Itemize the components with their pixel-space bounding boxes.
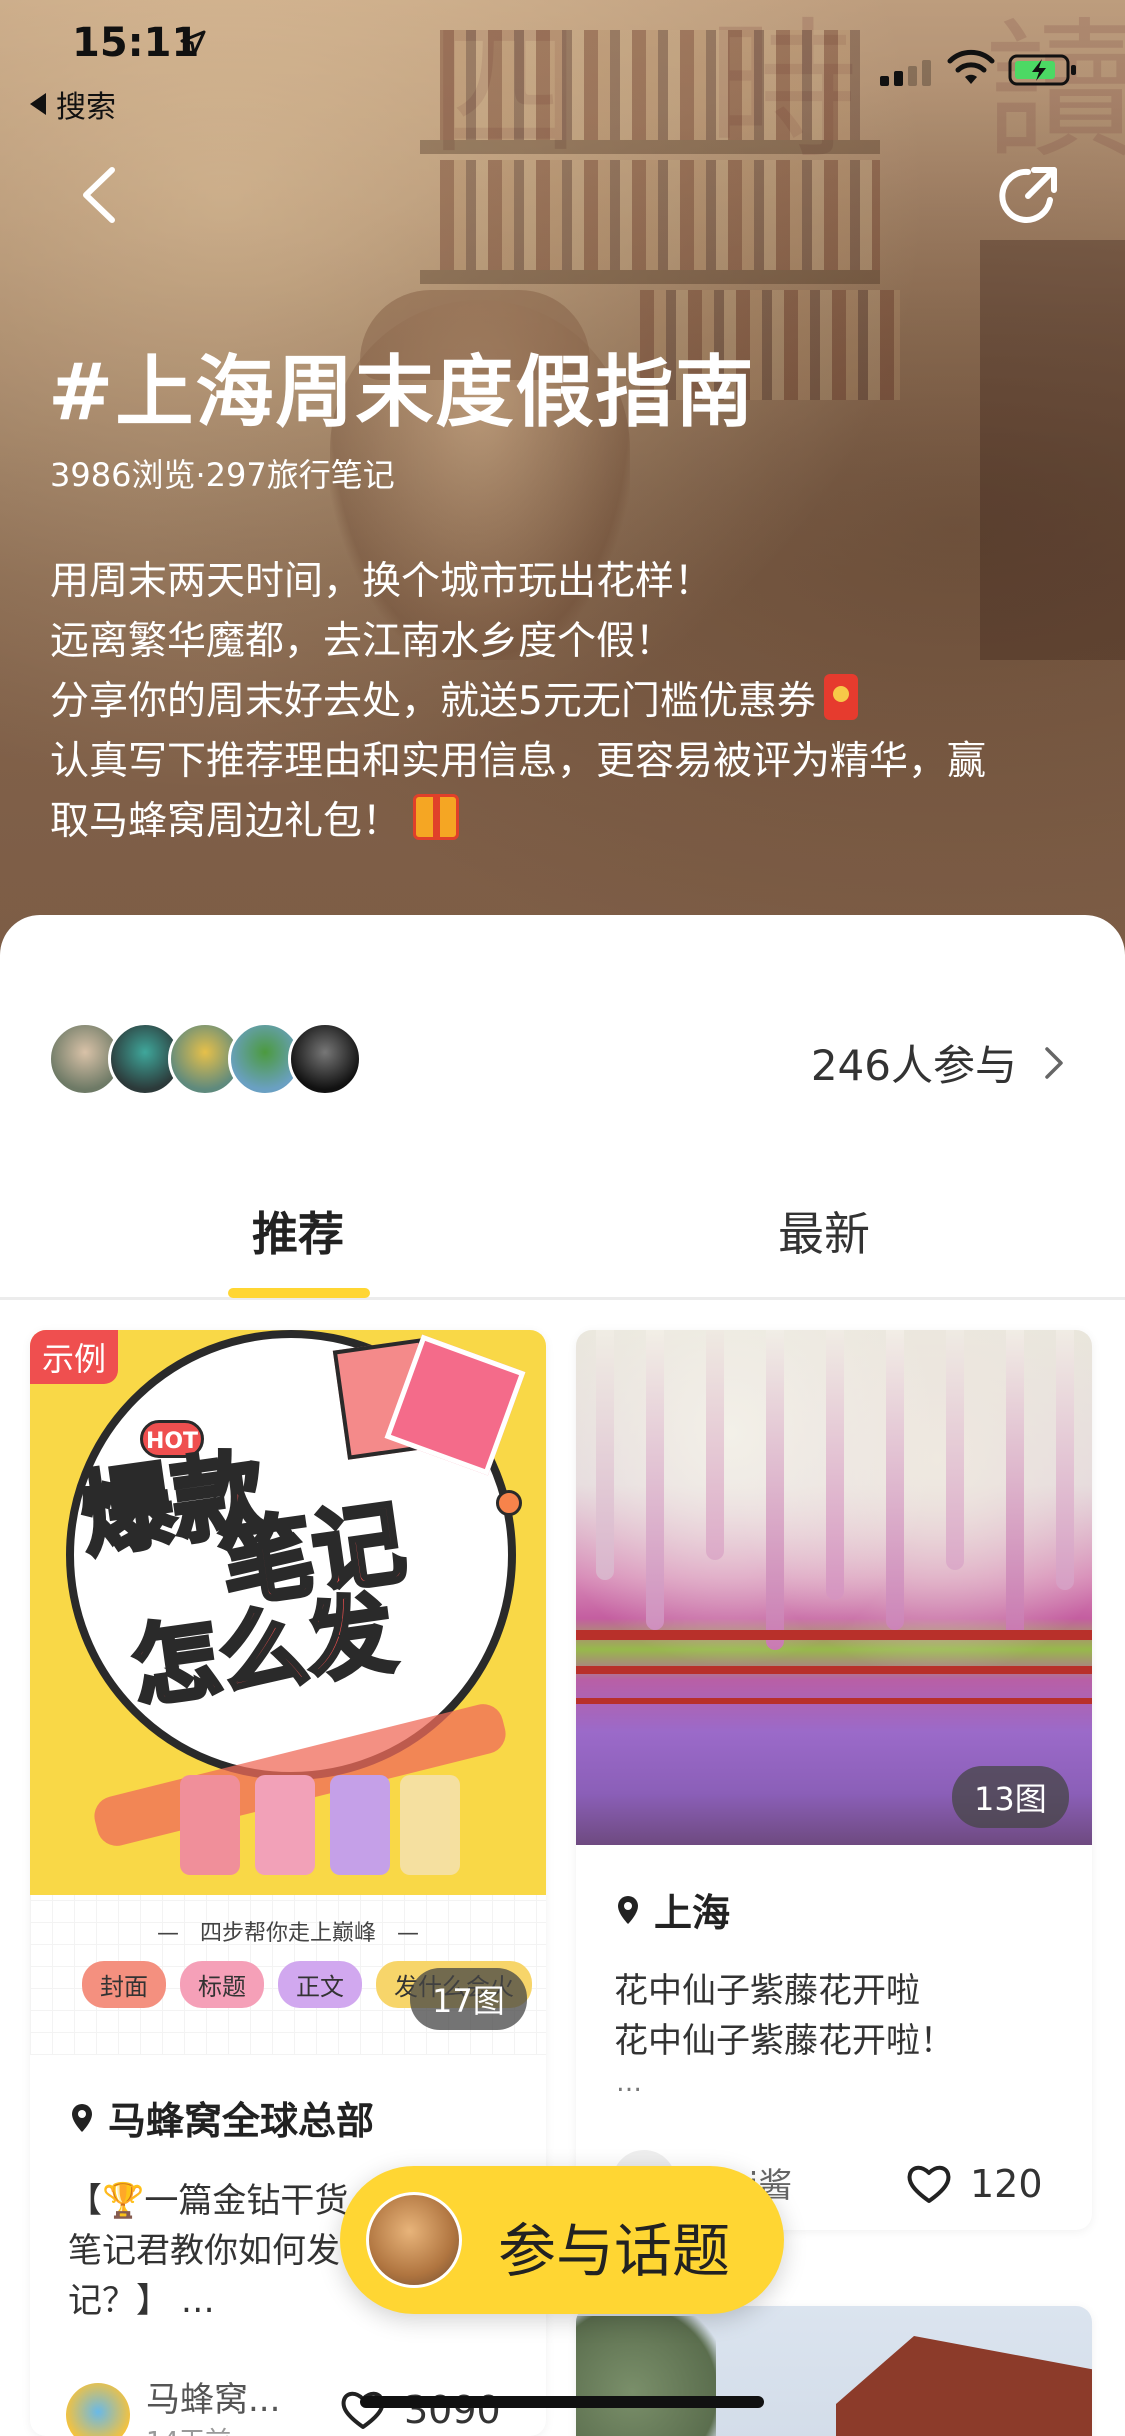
description-line: 远离繁华魔都，去江南水乡度个假！: [50, 619, 675, 664]
railing-decor: [576, 1630, 1092, 1640]
wisteria-decor: [646, 1330, 664, 1630]
wisteria-decor: [946, 1330, 964, 1570]
cellular-signal-icon: [880, 60, 931, 86]
roof-decor: [836, 2336, 1092, 2436]
back-button[interactable]: [70, 160, 130, 230]
wisteria-decor: [826, 1330, 844, 1600]
wisteria-decor: [596, 1330, 614, 1580]
like-count: 3090: [404, 2388, 501, 2432]
description-text: 取马蜂窝周边礼包！: [50, 799, 402, 844]
note-excerpt: 花中仙子紫藤花开啦 花中仙子紫藤花开啦！: [614, 1966, 1054, 2066]
railing-decor: [576, 1698, 1092, 1704]
heart-icon: [907, 2165, 951, 2203]
note-cover-image: [576, 2306, 1092, 2436]
poster-feet-decor: [255, 1775, 315, 1875]
location-pin-icon: [618, 1895, 638, 1924]
author-meta: 马蜂窝... 14天前: [146, 2372, 280, 2436]
battery-charging-icon: [1008, 54, 1076, 86]
location-label: 马蜂窝全球总部: [108, 2099, 375, 2143]
image-count-badge: 13图: [952, 1766, 1069, 1828]
back-app-label: 搜索: [56, 90, 116, 125]
wisteria-decor: [706, 1330, 724, 1560]
description-text: 分享你的周末好去处，就送5元无门槛优惠券: [50, 679, 816, 724]
railing-decor: [576, 1666, 1092, 1674]
poster-subtitle: — 四步帮你走上巅峰 —: [157, 1921, 419, 1946]
excerpt-ellipsis: …: [616, 2068, 642, 2098]
avatar: [288, 1022, 362, 1096]
poster-subtitle-text: 四步帮你走上巅峰: [199, 1921, 376, 1946]
home-indicator[interactable]: [360, 2396, 764, 2408]
tab-latest[interactable]: 最新: [778, 1198, 870, 1264]
poster-feet-decor: [180, 1775, 240, 1875]
join-topic-label: 参与话题: [498, 2217, 731, 2285]
topic-description: 用周末两天时间，换个城市玩出花样！ 远离繁华魔都，去江南水乡度个假！ 分享你的周…: [50, 552, 1080, 852]
join-topic-button[interactable]: 参与话题: [340, 2166, 784, 2314]
note-cover-image: HOT 爆款 笔记 怎么发 示例: [30, 1330, 546, 1895]
participants-count: 246人参与: [810, 1041, 1017, 1090]
avatar: [66, 2383, 130, 2436]
back-triangle-icon: [30, 93, 46, 115]
location-arrow-icon: [180, 30, 206, 56]
description-line: 认真写下推荐理由和实用信息，更容易被评为精华，赢: [50, 739, 987, 784]
participants-link[interactable]: 246人参与: [811, 1032, 1065, 1093]
poster-dot-decor: [496, 1490, 522, 1516]
like-button[interactable]: 120: [906, 2162, 1043, 2206]
topic-header: 四 時 讀 書 15:11 搜索 #上海周末度假指南: [0, 0, 1125, 960]
tree-decor: [576, 2316, 716, 2436]
description-line: 取马蜂窝周边礼包！: [50, 792, 1080, 852]
excerpt-line: 花中仙子紫藤花开啦: [614, 1971, 920, 2011]
note-card[interactable]: 13图 上海 花中仙子紫藤花开啦 花中仙子紫藤花开啦！ … Yoki酱 120: [576, 1330, 1092, 2230]
chevron-right-icon: [1045, 1046, 1063, 1079]
feed-tabs: 推荐 最新: [0, 1160, 1125, 1300]
like-button[interactable]: 3090: [340, 2388, 501, 2432]
wisteria-decor: [1056, 1330, 1074, 1590]
poster-feet-decor: [330, 1775, 390, 1875]
step-pill: 正文: [278, 1961, 362, 2008]
active-tab-indicator: [228, 1288, 370, 1298]
note-cover-image: 13图: [576, 1330, 1092, 1845]
location-label: 上海: [654, 1891, 731, 1935]
red-packet-icon: [823, 674, 858, 720]
post-time: 14天前: [146, 2421, 280, 2436]
excerpt-line: 花中仙子紫藤花开啦！: [614, 2021, 954, 2061]
tab-recommend[interactable]: 推荐: [252, 1198, 344, 1264]
gift-icon: [413, 794, 460, 840]
note-location: 马蜂窝全球总部: [70, 2090, 374, 2145]
back-to-app-link[interactable]: 搜索: [30, 82, 116, 126]
note-card[interactable]: [576, 2306, 1092, 2436]
author-name: 马蜂窝...: [146, 2380, 281, 2420]
wisteria-decor: [1006, 1330, 1024, 1640]
wifi-icon: [947, 49, 995, 84]
like-count: 120: [970, 2162, 1043, 2206]
sample-badge: 示例: [30, 1330, 119, 1384]
share-button[interactable]: [996, 164, 1060, 228]
location-pin-icon: [72, 2103, 92, 2132]
step-pill: 标题: [180, 1961, 264, 2008]
wisteria-decor: [886, 1330, 904, 1630]
note-author[interactable]: 马蜂窝... 14天前: [66, 2372, 280, 2436]
topic-title: #上海周末度假指南: [48, 348, 756, 438]
poster-feet-decor: [400, 1775, 460, 1875]
note-location: 上海: [616, 1882, 730, 1937]
description-line: 用周末两天时间，换个城市玩出花样！: [50, 559, 714, 604]
topic-stats: 3986浏览·297旅行笔记: [50, 456, 395, 494]
description-line: 分享你的周末好去处，就送5元无门槛优惠券: [50, 672, 1080, 732]
image-count-badge: 17图: [410, 1968, 527, 2030]
step-pill: 封面: [82, 1961, 166, 2008]
wisteria-decor: [766, 1330, 784, 1650]
avatar: [366, 2192, 462, 2288]
